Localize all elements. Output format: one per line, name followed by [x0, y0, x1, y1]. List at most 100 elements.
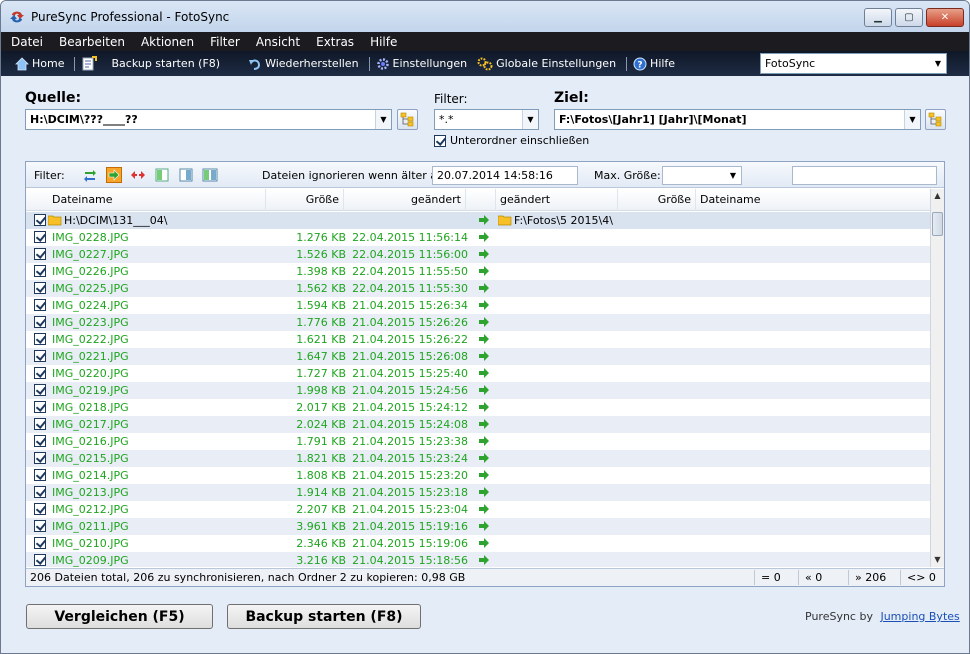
arrow-right-icon[interactable] [479, 436, 490, 446]
menu-bearbeiten[interactable]: Bearbeiten [59, 35, 125, 49]
home-button[interactable]: Home [15, 56, 64, 71]
menu-filter[interactable]: Filter [210, 35, 240, 49]
col-right-changed[interactable]: geändert [496, 189, 618, 211]
subfolders-checkbox[interactable] [434, 134, 446, 147]
file-row-checkbox[interactable] [34, 486, 46, 498]
folder-row-checkbox[interactable] [34, 214, 46, 226]
chevron-down-icon[interactable]: ▼ [375, 110, 391, 129]
file-row[interactable]: IMG_0213.JPG 1.914 KB 21.04.2015 15:23:18 [26, 484, 930, 501]
menu-ansicht[interactable]: Ansicht [256, 35, 300, 49]
filter-both-icon[interactable] [202, 167, 218, 183]
arrow-right-icon[interactable] [479, 249, 490, 259]
col-action[interactable] [466, 189, 496, 211]
file-row[interactable]: IMG_0209.JPG 3.216 KB 21.04.2015 15:18:56 [26, 552, 930, 567]
arrow-right-icon[interactable] [479, 300, 490, 310]
backup-start-toolbar-button[interactable]: Backup starten (F8) [111, 57, 220, 70]
target-path-combo[interactable]: F:\Fotos\[Jahr1] [Jahr]\[Monat] ▼ [554, 109, 921, 130]
file-row[interactable]: IMG_0217.JPG 2.024 KB 21.04.2015 15:24:08 [26, 416, 930, 433]
close-button[interactable]: ✕ [926, 8, 964, 27]
file-row-checkbox[interactable] [34, 554, 46, 566]
arrow-right-icon[interactable] [479, 470, 490, 480]
file-row-checkbox[interactable] [34, 333, 46, 345]
filter-copy-right-icon[interactable] [106, 167, 122, 183]
file-row[interactable]: IMG_0224.JPG 1.594 KB 21.04.2015 15:26:34 [26, 297, 930, 314]
file-row[interactable]: IMG_0212.JPG 2.207 KB 21.04.2015 15:23:04 [26, 501, 930, 518]
arrow-right-icon[interactable] [479, 385, 490, 395]
scroll-thumb[interactable] [932, 212, 943, 236]
vertical-scrollbar[interactable]: ▲ ▼ [930, 189, 944, 567]
settings-button[interactable]: Einstellungen [376, 57, 467, 71]
file-row[interactable]: IMG_0223.JPG 1.776 KB 21.04.2015 15:26:26 [26, 314, 930, 331]
col-left-changed[interactable]: geändert [344, 189, 466, 211]
file-row[interactable]: IMG_0227.JPG 1.526 KB 22.04.2015 11:56:00 [26, 246, 930, 263]
file-row-checkbox[interactable] [34, 384, 46, 396]
arrow-right-icon[interactable] [479, 555, 490, 565]
col-right-name[interactable]: Dateiname [696, 189, 930, 211]
arrow-right-icon[interactable] [479, 538, 490, 548]
filter-conflict-icon[interactable] [130, 167, 146, 183]
profile-select[interactable]: FotoSync ▼ [760, 53, 947, 74]
file-row-checkbox[interactable] [34, 537, 46, 549]
file-row[interactable]: IMG_0219.JPG 1.998 KB 21.04.2015 15:24:56 [26, 382, 930, 399]
file-row-checkbox[interactable] [34, 503, 46, 515]
arrow-right-icon[interactable] [479, 402, 490, 412]
arrow-right-icon[interactable] [479, 368, 490, 378]
chevron-down-icon[interactable]: ▼ [904, 110, 920, 129]
max-size-select[interactable]: ▼ [662, 166, 742, 185]
menu-hilfe[interactable]: Hilfe [370, 35, 397, 49]
global-settings-button[interactable]: Globale Einstellungen [477, 57, 616, 71]
subfolders-checkbox-row[interactable]: Unterordner einschließen [434, 134, 589, 147]
backup-start-button[interactable]: Backup starten (F8) [227, 604, 421, 629]
file-row[interactable]: IMG_0214.JPG 1.808 KB 21.04.2015 15:23:20 [26, 467, 930, 484]
file-row-checkbox[interactable] [34, 265, 46, 277]
file-row[interactable]: IMG_0228.JPG 1.276 KB 22.04.2015 11:56:14 [26, 229, 930, 246]
arrow-right-icon[interactable] [479, 504, 490, 514]
file-row[interactable]: IMG_0210.JPG 2.346 KB 21.04.2015 15:19:06 [26, 535, 930, 552]
new-profile-icon[interactable] [81, 55, 98, 72]
brand-link[interactable]: Jumping Bytes [880, 610, 959, 623]
menu-datei[interactable]: Datei [11, 35, 43, 49]
arrow-right-icon[interactable] [479, 334, 490, 344]
scroll-up-icon[interactable]: ▲ [931, 189, 944, 203]
source-path-combo[interactable]: H:\DCIM\???____?? ▼ [25, 109, 392, 130]
menu-aktionen[interactable]: Aktionen [141, 35, 194, 49]
arrow-right-icon[interactable] [479, 521, 490, 531]
file-row-checkbox[interactable] [34, 248, 46, 260]
restore-button[interactable]: Wiederherstellen [248, 57, 359, 71]
file-row-checkbox[interactable] [34, 350, 46, 362]
file-row-checkbox[interactable] [34, 469, 46, 481]
file-row[interactable]: IMG_0215.JPG 1.821 KB 21.04.2015 15:23:24 [26, 450, 930, 467]
filter-sync-icon[interactable] [82, 167, 98, 183]
file-row-checkbox[interactable] [34, 452, 46, 464]
file-row[interactable]: IMG_0216.JPG 1.791 KB 21.04.2015 15:23:38 [26, 433, 930, 450]
menu-extras[interactable]: Extras [316, 35, 354, 49]
arrow-right-icon[interactable] [479, 419, 490, 429]
filter-pattern-combo[interactable]: *.* ▼ [434, 109, 539, 130]
file-row-checkbox[interactable] [34, 282, 46, 294]
maximize-button[interactable]: ▢ [895, 8, 923, 27]
title-bar[interactable]: PureSync Professional - FotoSync ▁ ▢ ✕ [1, 1, 969, 32]
scroll-down-icon[interactable]: ▼ [931, 553, 944, 567]
file-row-checkbox[interactable] [34, 299, 46, 311]
filter-right-only-icon[interactable] [178, 167, 194, 183]
file-row[interactable]: IMG_0225.JPG 1.562 KB 22.04.2015 11:55:30 [26, 280, 930, 297]
file-row-checkbox[interactable] [34, 316, 46, 328]
file-row-checkbox[interactable] [34, 367, 46, 379]
col-left-name[interactable]: Dateiname [26, 189, 266, 211]
file-row[interactable]: IMG_0226.JPG 1.398 KB 22.04.2015 11:55:50 [26, 263, 930, 280]
chevron-down-icon[interactable]: ▼ [522, 110, 538, 129]
arrow-right-icon[interactable] [479, 453, 490, 463]
col-right-size[interactable]: Größe [618, 189, 696, 211]
file-row-checkbox[interactable] [34, 231, 46, 243]
help-button[interactable]: ? Hilfe [633, 57, 675, 71]
file-row[interactable]: IMG_0218.JPG 2.017 KB 21.04.2015 15:24:12 [26, 399, 930, 416]
file-row[interactable]: IMG_0221.JPG 1.647 KB 21.04.2015 15:26:08 [26, 348, 930, 365]
target-browse-button[interactable] [925, 109, 946, 130]
file-row-checkbox[interactable] [34, 401, 46, 413]
arrow-right-icon[interactable] [479, 283, 490, 293]
search-input[interactable] [792, 166, 937, 185]
file-row[interactable]: IMG_0222.JPG 1.621 KB 21.04.2015 15:26:22 [26, 331, 930, 348]
file-row-checkbox[interactable] [34, 435, 46, 447]
arrow-right-icon[interactable] [479, 215, 490, 225]
filter-left-only-icon[interactable] [154, 167, 170, 183]
